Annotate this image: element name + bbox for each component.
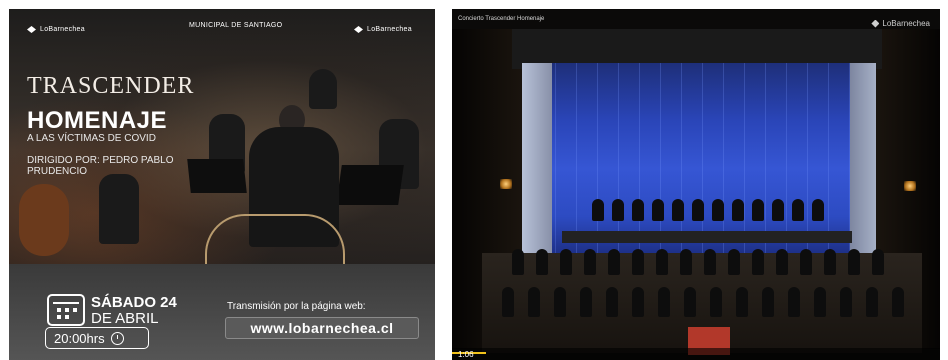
orchestra-musician	[536, 249, 548, 275]
orchestra-musician	[502, 287, 514, 317]
poster-date-day: SÁBADO 24	[91, 294, 177, 311]
backdrop-panel-line	[807, 63, 808, 255]
backdrop-panel-line	[639, 63, 640, 255]
orchestra-musician	[652, 199, 664, 221]
poster-title: TRASCENDER	[27, 73, 195, 99]
orchestra-musician	[840, 287, 852, 317]
orchestra-musician	[736, 287, 748, 317]
orchestra-musician	[848, 249, 860, 275]
orchestra-musician	[656, 249, 668, 275]
concert-poster: LoBarnechea MUNICIPAL DE SANTIAGO LoBarn…	[9, 9, 435, 360]
calendar-icon	[47, 294, 85, 326]
orchestra-musician	[772, 199, 784, 221]
orchestra-musician	[512, 249, 524, 275]
wall-lamp	[500, 179, 512, 189]
backdrop-panel-line	[555, 63, 556, 255]
backdrop-panel-line	[597, 63, 598, 255]
orchestra-musician	[658, 287, 670, 317]
stage-riser	[562, 231, 852, 243]
orchestra-musician	[728, 249, 740, 275]
poster-dedication: A LAS VÍCTIMAS DE COVID	[27, 133, 156, 144]
poster-time: 20:00hrs	[45, 327, 149, 349]
orchestra-musician	[606, 287, 618, 317]
orchestra-musician	[866, 287, 878, 317]
orchestra-musician	[528, 287, 540, 317]
orchestra-musician	[800, 249, 812, 275]
orchestra-musician	[612, 199, 624, 221]
orchestra-musician	[824, 249, 836, 275]
backdrop-panel-line	[765, 63, 766, 255]
orchestra-musician	[704, 249, 716, 275]
orchestra-musician	[684, 287, 696, 317]
orchestra-musician	[692, 199, 704, 221]
diamond-logo-icon	[871, 19, 880, 28]
orchestra-musician	[632, 249, 644, 275]
orchestra-musician	[680, 249, 692, 275]
clock-icon	[110, 331, 124, 345]
sponsor-logo-center: MUNICIPAL DE SANTIAGO	[189, 22, 283, 29]
orchestra-musician	[752, 199, 764, 221]
poster-date-month: DE ABRIL	[91, 310, 159, 327]
orchestra-musician	[812, 199, 824, 221]
orchestra-musician	[710, 287, 722, 317]
orchestra-musician	[732, 199, 744, 221]
cello-silhouette	[19, 184, 69, 256]
stage-backdrop	[534, 63, 864, 255]
music-stand	[336, 165, 404, 205]
orchestra-musician	[872, 249, 884, 275]
wall-lamp	[904, 181, 916, 191]
video-progress-bar[interactable]	[452, 348, 940, 360]
orchestra-musician	[892, 287, 904, 317]
poster-subtitle: HOMENAJE	[27, 107, 168, 134]
backdrop-panel-line	[828, 63, 829, 255]
orchestra-musician	[762, 287, 774, 317]
sponsor-logo-right: LoBarnechea	[354, 26, 412, 33]
orchestra-musician	[712, 199, 724, 221]
video-title: Concierto Trascender Homenaje	[458, 16, 545, 22]
orchestra-musician	[554, 287, 566, 317]
orchestra-musician	[608, 249, 620, 275]
orchestra-musician	[584, 249, 596, 275]
backdrop-panel-line	[744, 63, 745, 255]
concert-video[interactable]: Concierto Trascender Homenaje LoBarneche…	[452, 9, 940, 360]
backdrop-panel-line	[660, 63, 661, 255]
orchestra-musician	[788, 287, 800, 317]
orchestra-musician	[632, 287, 644, 317]
orchestra-musician	[776, 249, 788, 275]
sponsor-logo-left: LoBarnechea	[27, 26, 85, 33]
musician-silhouette	[99, 174, 139, 244]
poster-director: DIRIGIDO POR: PEDRO PABLO PRUDENCIO	[27, 155, 174, 177]
backdrop-panel-line	[786, 63, 787, 255]
diamond-logo-icon	[27, 26, 36, 33]
video-channel-logo: LoBarnechea	[871, 19, 930, 28]
backdrop-panel-line	[702, 63, 703, 255]
stream-url: www.lobarnechea.cl	[225, 317, 419, 339]
backdrop-panel-line	[723, 63, 724, 255]
orchestra-musician	[580, 287, 592, 317]
backdrop-panel-line	[681, 63, 682, 255]
backdrop-panel-line	[618, 63, 619, 255]
orchestra-musician	[792, 199, 804, 221]
orchestra-musician	[752, 249, 764, 275]
orchestra-musician	[632, 199, 644, 221]
musician-silhouette	[309, 69, 337, 109]
orchestra-musician	[560, 249, 572, 275]
orchestra-musician	[672, 199, 684, 221]
backdrop-panel-line	[576, 63, 577, 255]
conductor-podium	[205, 214, 345, 264]
video-timestamp: 1:06	[458, 350, 474, 359]
diamond-logo-icon	[354, 26, 363, 33]
stage-panel-right	[850, 63, 876, 273]
stream-label: Transmisión por la página web:	[227, 301, 366, 312]
orchestra-musician	[592, 199, 604, 221]
orchestra-musician	[814, 287, 826, 317]
stage-panel-left	[522, 63, 552, 273]
